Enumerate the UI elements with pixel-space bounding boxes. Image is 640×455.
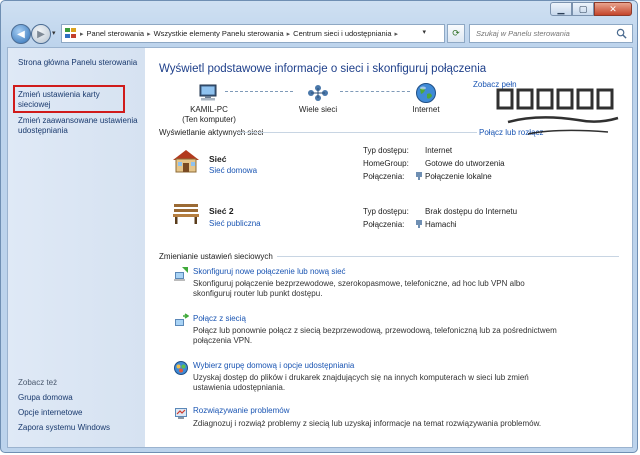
breadcrumb-all-items[interactable]: Wszystkie elementy Panelu sterowania [154, 29, 284, 38]
sidebar-link-control-panel-home[interactable]: Strona główna Panelu sterowania [18, 58, 138, 68]
network-1-access-value: Internet [425, 146, 453, 155]
network-1-name: Sieć [209, 154, 227, 164]
homegroup-icon [174, 361, 188, 375]
network-2-type-link[interactable]: Sieć publiczna [209, 219, 261, 228]
control-panel-icon [65, 28, 77, 39]
map-computer-label: KAMIL-PC (Ten komputer) [179, 105, 239, 125]
change-settings-title: Zmienianie ustawień sieciowych [159, 252, 273, 261]
breadcrumb-separator[interactable]: ▸ [287, 30, 291, 38]
computer-icon [199, 84, 217, 101]
back-button[interactable]: ◀ [11, 24, 31, 44]
window-controls: ▁ ▢ ✕ [550, 2, 632, 16]
network-2-connection-link[interactable]: Hamachi [425, 220, 457, 229]
chevron-down-icon[interactable]: ▾ [422, 28, 426, 36]
recent-pages-dropdown[interactable]: ▾ [52, 29, 56, 37]
task-troubleshoot-link[interactable]: Rozwiązywanie problemów [193, 406, 289, 415]
network-1-homegroup-link[interactable]: Gotowe do utworzenia [425, 159, 505, 168]
network-2-access-label: Typ dostępu: [363, 207, 409, 216]
purepc-watermark-logo [496, 88, 619, 135]
navigation-bar: ◀ ▶ ▾ ▸ Panel sterowania ▸ Wszystkie ele… [7, 23, 633, 45]
address-bar[interactable]: ▸ Panel sterowania ▸ Wszystkie elementy … [61, 24, 445, 43]
computer-name: KAMIL-PC [190, 105, 228, 114]
breadcrumb-control-panel[interactable]: Panel sterowania [87, 29, 145, 38]
multiple-networks-icon [308, 85, 328, 101]
connect-network-icon [175, 313, 189, 326]
network-1-access-label: Typ dostępu: [363, 146, 409, 155]
new-connection-icon [174, 267, 188, 281]
search-box[interactable] [469, 24, 633, 43]
network-1-type-link[interactable]: Sieć domowa [209, 166, 257, 175]
breadcrumb-separator[interactable]: ▸ [395, 30, 399, 38]
network-1-connections-label: Połączenia: [363, 172, 405, 181]
title-bar: ▁ ▢ ✕ [1, 1, 637, 21]
map-connector [340, 91, 410, 92]
maximize-button[interactable]: ▢ [572, 2, 594, 16]
task-troubleshoot-desc: Zdiagnozuj i rozwiąż problemy z siecią l… [193, 419, 542, 428]
search-input[interactable] [476, 29, 611, 38]
close-icon: ✕ [609, 3, 617, 14]
breadcrumb-separator[interactable]: ▸ [147, 30, 151, 38]
task-homegroup-desc: Uzyskaj dostęp do plików i drukarek znaj… [193, 373, 529, 392]
arrow-right-icon: ▶ [37, 28, 45, 40]
network-2-access-value: Brak dostępu do Internetu [425, 207, 518, 216]
sidebar-link-advanced-sharing[interactable]: Zmień zaawansowane ustawienia udostępnia… [18, 116, 138, 136]
sidebar-link-change-adapter-settings[interactable]: Zmień ustawienia karty sieciowej [18, 90, 118, 110]
section-divider [237, 132, 477, 133]
chevron-down-icon: ▾ [52, 30, 56, 37]
content-area: Strona główna Panelu sterowania Zmień us… [7, 47, 633, 448]
search-icon[interactable] [616, 28, 627, 39]
breadcrumb-network-center[interactable]: Centrum sieci i udostępniania [293, 29, 391, 38]
task-homegroup-link[interactable]: Wybierz grupę domową i opcje udostępnian… [193, 361, 354, 370]
map-internet-label: Internet [412, 105, 440, 114]
task-new-connection-desc: Skonfiguruj połączenie bezprzewodowe, sz… [193, 279, 525, 298]
section-divider [277, 256, 619, 257]
computer-sub-label: (Ten komputer) [182, 115, 236, 124]
close-button[interactable]: ✕ [594, 2, 632, 16]
troubleshoot-icon [175, 408, 187, 419]
sidebar-link-windows-firewall[interactable]: Zapora systemu Windows [18, 423, 138, 433]
sidebar-link-internet-options[interactable]: Opcje internetowe [18, 408, 138, 418]
task-new-connection-link[interactable]: Skonfiguruj nowe połączenie lub nową sie… [193, 267, 346, 276]
arrow-left-icon: ◀ [17, 28, 25, 40]
page-title: Wyświetl podstawowe informacje o sieci i… [159, 63, 487, 75]
breadcrumb-separator[interactable]: ▸ [80, 30, 84, 38]
sidebar-link-homegroup[interactable]: Grupa domowa [18, 393, 138, 403]
public-network-icon[interactable] [171, 201, 201, 225]
sidebar: Strona główna Panelu sterowania Zmień us… [8, 48, 145, 447]
home-network-icon[interactable] [171, 148, 201, 174]
task-connect-link[interactable]: Połącz z siecią [193, 314, 246, 323]
window: ▁ ▢ ✕ ◀ ▶ ▾ ▸ Panel sterowania ▸ Wszystk… [0, 0, 638, 453]
minimize-icon: ▁ [557, 3, 565, 14]
map-connector [225, 91, 293, 92]
refresh-icon: ⟳ [452, 28, 460, 38]
network-1-homegroup-label: HomeGroup: [363, 159, 409, 168]
ethernet-icon [416, 220, 422, 228]
map-multiple-label: Wiele sieci [298, 105, 338, 114]
network-2-name: Sieć 2 [209, 206, 234, 216]
refresh-button[interactable]: ⟳ [447, 24, 465, 43]
maximize-icon: ▢ [578, 3, 588, 14]
forward-button[interactable]: ▶ [31, 24, 51, 44]
network-1-connection-link[interactable]: Połączenie lokalne [425, 172, 492, 181]
network-2-connections-label: Połączenia: [363, 220, 405, 229]
minimize-button[interactable]: ▁ [550, 2, 572, 16]
task-connect-desc: Połącz lub ponownie połącz z siecią bezp… [193, 326, 557, 345]
ethernet-icon [416, 172, 422, 180]
globe-icon [416, 83, 436, 103]
see-also-title: Zobacz też [18, 378, 58, 387]
